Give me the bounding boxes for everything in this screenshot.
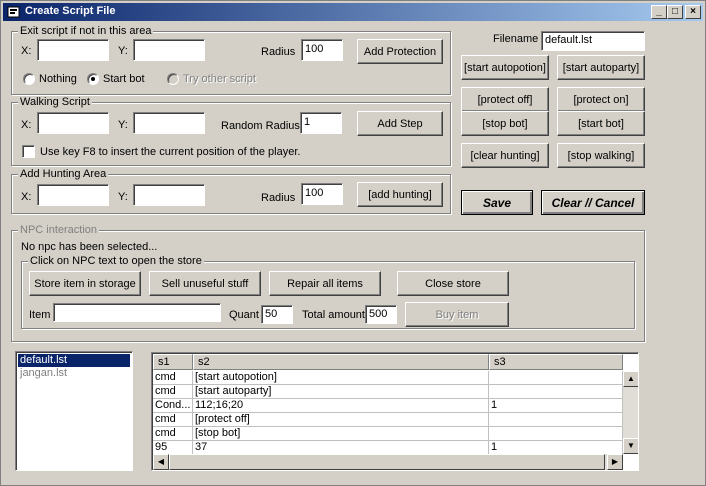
script-file-list[interactable]: default.lst jangan.lst xyxy=(15,351,133,471)
protect-off-button[interactable]: [protect off] xyxy=(461,87,549,112)
exit-x-input[interactable] xyxy=(37,39,109,61)
add-hunting-button[interactable]: [add hunting] xyxy=(357,182,443,207)
grid-cell: [protect off] xyxy=(193,413,489,427)
hunt-x-input[interactable] xyxy=(37,184,109,206)
save-button[interactable]: Save xyxy=(461,190,533,215)
repair-items-button[interactable]: Repair all items xyxy=(269,271,381,296)
window-title: Create Script File xyxy=(25,5,116,17)
grid-cell: cmd xyxy=(153,427,193,441)
grid-cell: Cond... xyxy=(153,399,193,413)
sell-stuff-button[interactable]: Sell unuseful stuff xyxy=(149,271,261,296)
radio-start-bot-label: Start bot xyxy=(103,73,145,85)
grid-cell xyxy=(489,371,623,385)
hunt-y-input[interactable] xyxy=(133,184,205,206)
walk-y-input[interactable] xyxy=(133,112,205,134)
radio-start-bot[interactable] xyxy=(87,73,99,85)
grid-cell: cmd xyxy=(153,385,193,399)
hunt-y-label: Y: xyxy=(118,191,128,203)
stop-walking-button[interactable]: [stop walking] xyxy=(557,143,645,168)
grid-cell: 1 xyxy=(489,399,623,413)
filename-label: Filename xyxy=(493,33,539,45)
grid-cell: 112;16;20 xyxy=(193,399,489,413)
maximize-button[interactable]: □ xyxy=(667,5,683,19)
radio-try-other-label: Try other script xyxy=(183,73,256,85)
grid-cell: [start autopotion] xyxy=(193,371,489,385)
npc-interaction-title: NPC interaction xyxy=(18,224,100,236)
add-protection-button[interactable]: Add Protection xyxy=(357,39,443,64)
grid-cell xyxy=(489,427,623,441)
filename-input[interactable]: default.lst xyxy=(541,31,645,51)
start-autoparty-button[interactable]: [start autoparty] xyxy=(557,55,645,80)
item-input[interactable] xyxy=(53,303,221,322)
hunt-x-label: X: xyxy=(21,191,32,203)
grid-cell: 1 xyxy=(489,441,623,455)
total-amount-label: Total amount xyxy=(302,309,365,321)
start-bot-button[interactable]: [start bot] xyxy=(557,111,645,136)
app-icon xyxy=(7,6,20,18)
file-list-item[interactable]: default.lst xyxy=(18,354,130,367)
radio-try-other xyxy=(167,73,179,85)
grid-cell: [stop bot] xyxy=(193,427,489,441)
store-group-title: Click on NPC text to open the store xyxy=(28,255,204,267)
walking-script-title: Walking Script xyxy=(18,96,92,108)
radio-nothing-label: Nothing xyxy=(39,73,77,85)
clear-cancel-button[interactable]: Clear // Cancel xyxy=(541,190,645,215)
total-amount-input[interactable]: 500 xyxy=(365,305,397,324)
walk-x-label: X: xyxy=(21,119,32,131)
clear-hunting-button[interactable]: [clear hunting] xyxy=(461,143,549,168)
hunt-radius-input[interactable]: 100 xyxy=(301,183,343,205)
grid-cell xyxy=(489,385,623,399)
exit-x-label: X: xyxy=(21,45,32,57)
grid-cell: [start autoparty] xyxy=(193,385,489,399)
hunt-radius-label: Radius xyxy=(261,192,296,204)
file-list-item[interactable]: jangan.lst xyxy=(18,367,130,380)
walk-x-input[interactable] xyxy=(37,112,109,134)
grid-cell: 37 xyxy=(193,441,489,455)
grid-header-s2[interactable]: s2 xyxy=(193,354,489,370)
scroll-down-icon[interactable]: ▼ xyxy=(623,438,638,454)
exit-y-input[interactable] xyxy=(133,39,205,61)
add-step-button[interactable]: Add Step xyxy=(357,111,443,136)
scroll-right-icon[interactable]: ▶ xyxy=(607,454,623,470)
exit-y-label: Y: xyxy=(118,45,128,57)
close-button[interactable]: × xyxy=(685,5,701,19)
grid-cell xyxy=(489,413,623,427)
scroll-left-icon[interactable]: ◀ xyxy=(153,454,169,470)
radio-nothing[interactable] xyxy=(23,73,35,85)
quant-input[interactable]: 50 xyxy=(261,305,293,324)
walk-y-label: Y: xyxy=(118,119,128,131)
grid-header-s1[interactable]: s1 xyxy=(153,354,193,370)
npc-status-text: No npc has been selected... xyxy=(21,241,158,253)
grid-cell: 95 xyxy=(153,441,193,455)
stop-bot-button[interactable]: [stop bot] xyxy=(461,111,549,136)
store-item-button[interactable]: Store item in storage xyxy=(29,271,141,296)
item-label: Item xyxy=(29,309,51,321)
script-grid[interactable]: s1 s2 s3 cmd [start autopotion] cmd [sta… xyxy=(151,352,639,471)
exit-area-title: Exit script if not in this area xyxy=(18,25,154,37)
horizontal-scroll-thumb[interactable] xyxy=(169,454,605,470)
random-radius-label: Random Radius xyxy=(221,120,300,132)
create-script-window: Create Script File _ □ × Exit script if … xyxy=(0,0,706,486)
title-bar: Create Script File _ □ × xyxy=(3,3,703,21)
grid-cell: cmd xyxy=(153,371,193,385)
close-store-button[interactable]: Close store xyxy=(397,271,509,296)
f8-checkbox[interactable] xyxy=(22,145,35,158)
hunting-area-title: Add Hunting Area xyxy=(18,168,109,180)
scroll-up-icon[interactable]: ▲ xyxy=(623,371,638,387)
buy-item-button: Buy item xyxy=(405,302,509,327)
random-radius-input[interactable]: 1 xyxy=(300,112,342,134)
minimize-button[interactable]: _ xyxy=(651,5,667,19)
grid-cell: cmd xyxy=(153,413,193,427)
protect-on-button[interactable]: [protect on] xyxy=(557,87,645,112)
start-autopotion-button[interactable]: [start autopotion] xyxy=(461,55,549,80)
quant-label: Quant xyxy=(229,309,259,321)
f8-checkbox-label: Use key F8 to insert the current positio… xyxy=(40,146,301,158)
grid-header-s3[interactable]: s3 xyxy=(489,354,623,370)
exit-radius-input[interactable]: 100 xyxy=(301,39,343,61)
exit-radius-label: Radius xyxy=(261,46,296,58)
